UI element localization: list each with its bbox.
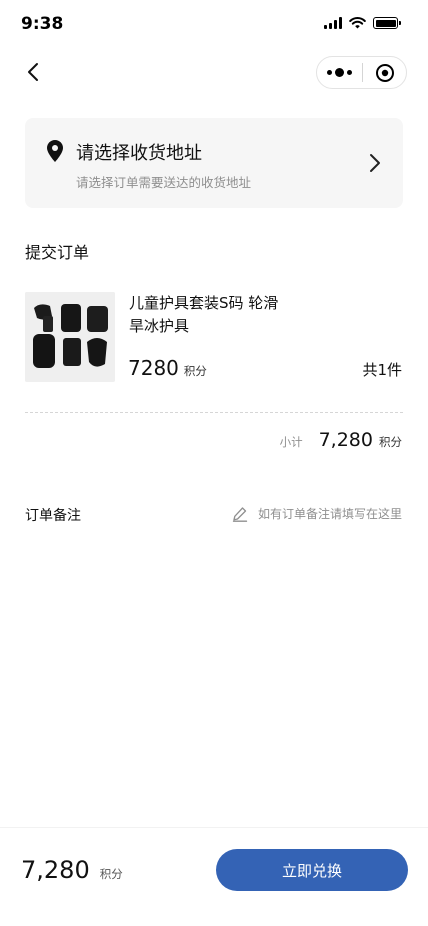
bottom-bar: 7,280 积分 立即兑换 xyxy=(0,827,428,926)
mini-program-capsule xyxy=(316,56,407,89)
status-time: 9:38 xyxy=(21,14,64,34)
address-title: 请选择收货地址 xyxy=(76,143,202,164)
back-button[interactable] xyxy=(22,60,46,84)
product-points: 7280 积分 xyxy=(128,356,207,380)
product-quantity: 共1件 xyxy=(362,361,402,379)
subtotal-unit: 积分 xyxy=(379,435,402,449)
dashed-divider xyxy=(25,412,403,413)
target-circle-icon xyxy=(375,63,394,82)
chevron-left-icon xyxy=(28,63,38,81)
close-mini-program-button[interactable] xyxy=(363,57,406,88)
address-selector[interactable]: 请选择收货地址 请选择订单需要送达的收货地址 xyxy=(25,118,403,208)
wifi-icon xyxy=(349,17,366,29)
redeem-now-button[interactable]: 立即兑换 xyxy=(216,849,408,891)
total-points-unit: 积分 xyxy=(99,867,123,881)
location-pin-icon xyxy=(47,140,63,162)
total-points: 7,280 积分 xyxy=(21,856,123,884)
remark-input[interactable]: 如有订单备注请填写在这里 xyxy=(232,505,402,522)
signal-icon xyxy=(324,17,342,29)
subtotal: 小计 7,280 积分 xyxy=(280,429,402,451)
section-title: 提交订单 xyxy=(25,243,90,262)
remark-placeholder: 如有订单备注请填写在这里 xyxy=(257,507,402,521)
protective-gear-image xyxy=(25,292,115,382)
address-subtitle: 请选择订单需要送达的收货地址 xyxy=(76,175,252,190)
chevron-right-icon xyxy=(370,154,380,172)
subtotal-value: 7,280 xyxy=(318,429,373,451)
more-button[interactable] xyxy=(317,57,362,88)
product-points-value: 7280 xyxy=(128,356,179,380)
product-name[interactable]: 儿童护具套装S码 轮滑旱冰护具 xyxy=(129,292,279,338)
battery-icon xyxy=(373,17,401,29)
subtotal-label: 小计 xyxy=(279,435,303,449)
product-points-unit: 积分 xyxy=(183,364,207,378)
status-icons xyxy=(324,17,401,29)
remark-label: 订单备注 xyxy=(25,508,81,524)
total-points-value: 7,280 xyxy=(21,856,90,884)
order-confirm-screen: 9:38 请选择收货地址 请选择订单需要送达的收货地址 提交订单 儿童护具套装S… xyxy=(0,0,428,926)
status-bar: 9:38 xyxy=(0,0,428,50)
product-image[interactable] xyxy=(25,292,115,382)
pencil-icon xyxy=(232,506,248,522)
